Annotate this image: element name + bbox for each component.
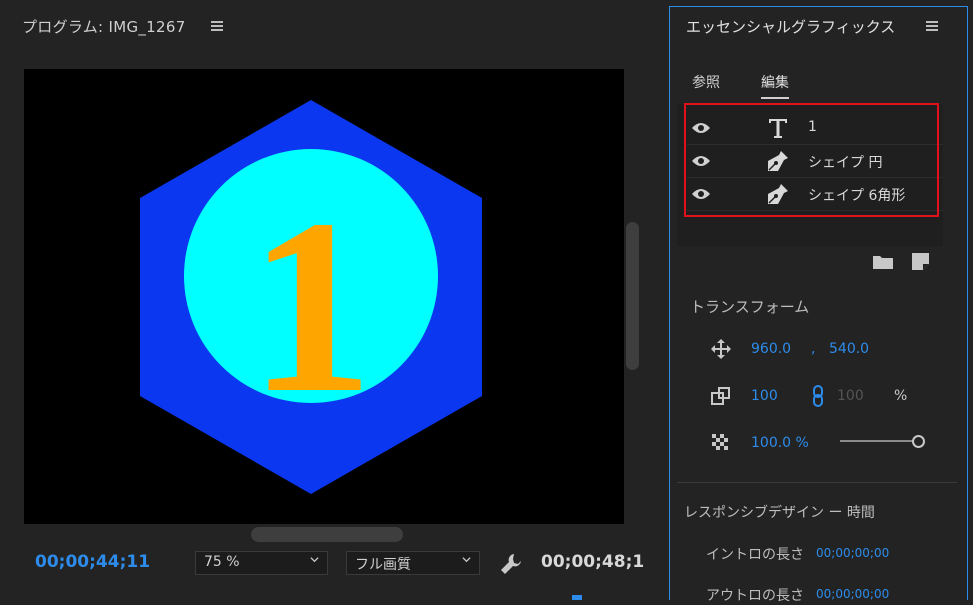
program-menu-icon[interactable] — [211, 21, 223, 31]
position-x-value[interactable]: 960.0 — [751, 341, 791, 357]
wrench-icon[interactable] — [499, 552, 523, 576]
chevron-down-icon — [462, 557, 471, 563]
preview-frame: 1 — [140, 100, 482, 494]
numeral-text: 1 — [249, 168, 374, 445]
transform-section-title[interactable]: トランスフォーム — [690, 296, 809, 317]
scale-value[interactable]: 100 — [751, 388, 778, 404]
chevron-down-icon — [310, 557, 319, 563]
move-arrows-icon — [711, 339, 731, 359]
scale-unit: % — [894, 388, 908, 404]
duration-timecode: 00;00;48;1 — [541, 552, 645, 572]
outro-length-label: アウトロの長さ — [706, 588, 804, 604]
scale-height-value: 100 — [837, 388, 864, 404]
opacity-slider-knob[interactable] — [912, 435, 925, 448]
section-divider — [677, 482, 957, 483]
zoom-level-value: 75 % — [204, 554, 240, 570]
opacity-value[interactable]: 100.0 % — [751, 435, 809, 451]
essential-graphics-title[interactable]: エッセンシャルグラフィックス — [686, 16, 895, 37]
opacity-slider-track[interactable] — [840, 440, 918, 442]
position-separator: , — [811, 341, 816, 357]
tab-browse[interactable]: 参照 — [692, 72, 720, 92]
program-viewer[interactable]: 1 — [24, 69, 624, 524]
essential-graphics-menu-icon[interactable] — [926, 21, 938, 31]
responsive-design-title[interactable]: レスポンシブデザイン ー 時間 — [684, 502, 875, 522]
scale-icon — [711, 387, 730, 405]
tab-edit[interactable]: 編集 — [761, 72, 789, 99]
folder-icon[interactable] — [873, 254, 893, 269]
viewer-horizontal-scroll-thumb[interactable] — [251, 527, 403, 542]
zoom-level-dropdown[interactable]: 75 % — [195, 551, 328, 575]
playback-quality-dropdown[interactable]: フル画質 — [346, 551, 480, 575]
current-timecode[interactable]: 00;00;44;11 — [35, 552, 150, 572]
program-monitor-title[interactable]: プログラム: IMG_1267 — [22, 16, 186, 37]
link-icon[interactable] — [811, 384, 825, 408]
intro-length-value[interactable]: 00;00;00;00 — [816, 546, 889, 560]
outro-length-value[interactable]: 00;00;00;00 — [816, 587, 889, 601]
viewer-vertical-scroll-thumb[interactable] — [626, 222, 639, 370]
position-y-value[interactable]: 540.0 — [829, 341, 869, 357]
opacity-checker-icon — [712, 434, 728, 450]
playhead-marker[interactable] — [572, 595, 582, 600]
playback-quality-value: フル画質 — [355, 557, 411, 573]
intro-length-label: イントロの長さ — [706, 547, 804, 563]
layers-highlight-annotation — [684, 103, 939, 217]
new-layer-icon[interactable] — [912, 253, 929, 270]
